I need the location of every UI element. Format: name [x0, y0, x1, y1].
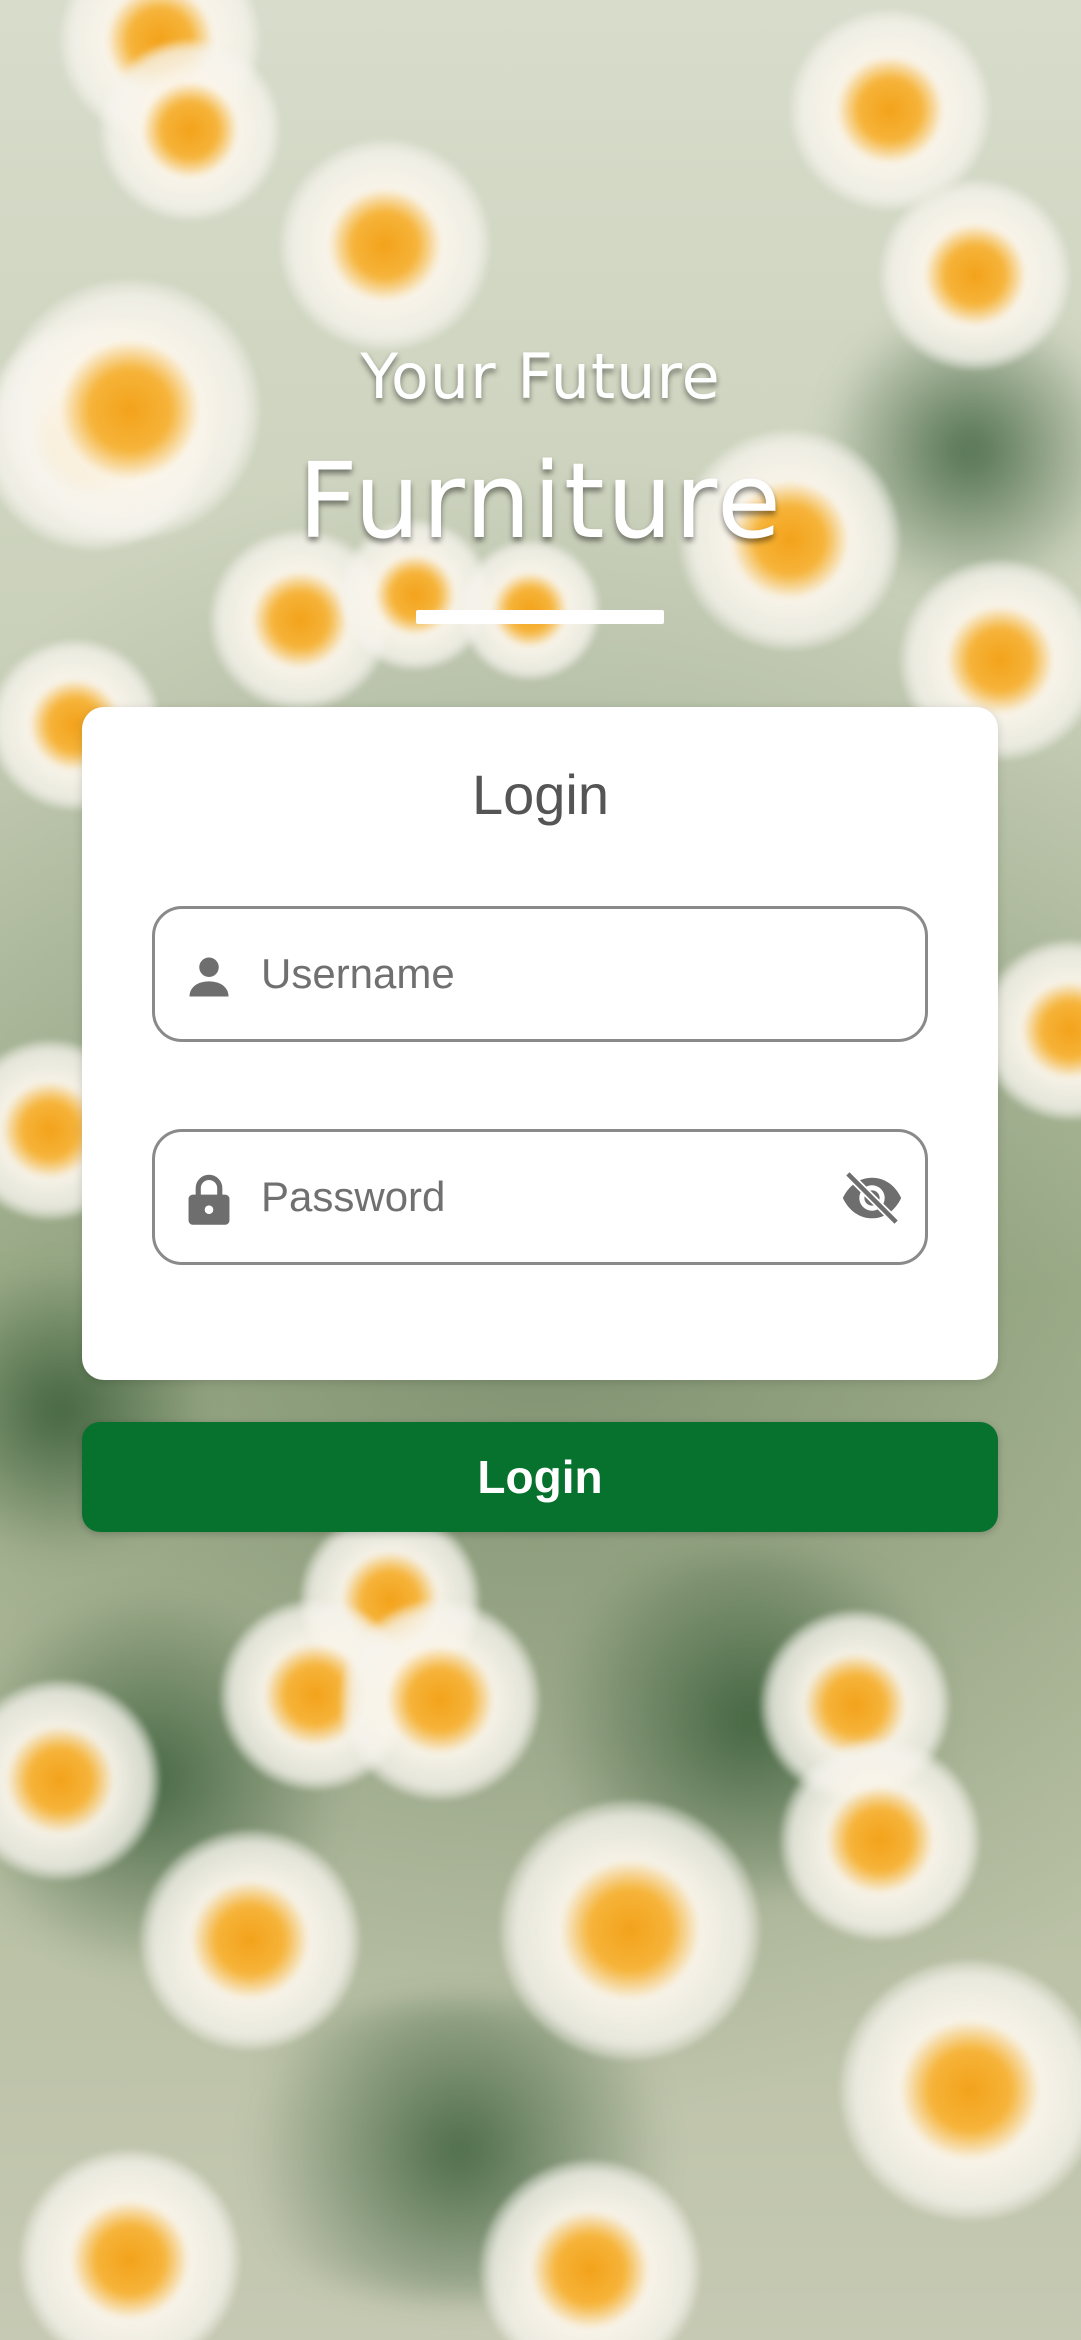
- login-button[interactable]: Login: [82, 1422, 998, 1532]
- username-input[interactable]: [261, 909, 821, 1039]
- password-field[interactable]: [152, 1129, 928, 1265]
- login-card-title: Login: [471, 763, 610, 826]
- tagline-text: Your Future: [360, 340, 721, 413]
- password-input[interactable]: [261, 1132, 821, 1262]
- eye-off-icon[interactable]: [839, 1170, 905, 1226]
- person-icon: [189, 957, 229, 997]
- username-field[interactable]: [152, 906, 928, 1042]
- lock-icon: [188, 1174, 230, 1225]
- title-underline: [416, 610, 664, 624]
- brand-title: Furniture: [298, 440, 783, 562]
